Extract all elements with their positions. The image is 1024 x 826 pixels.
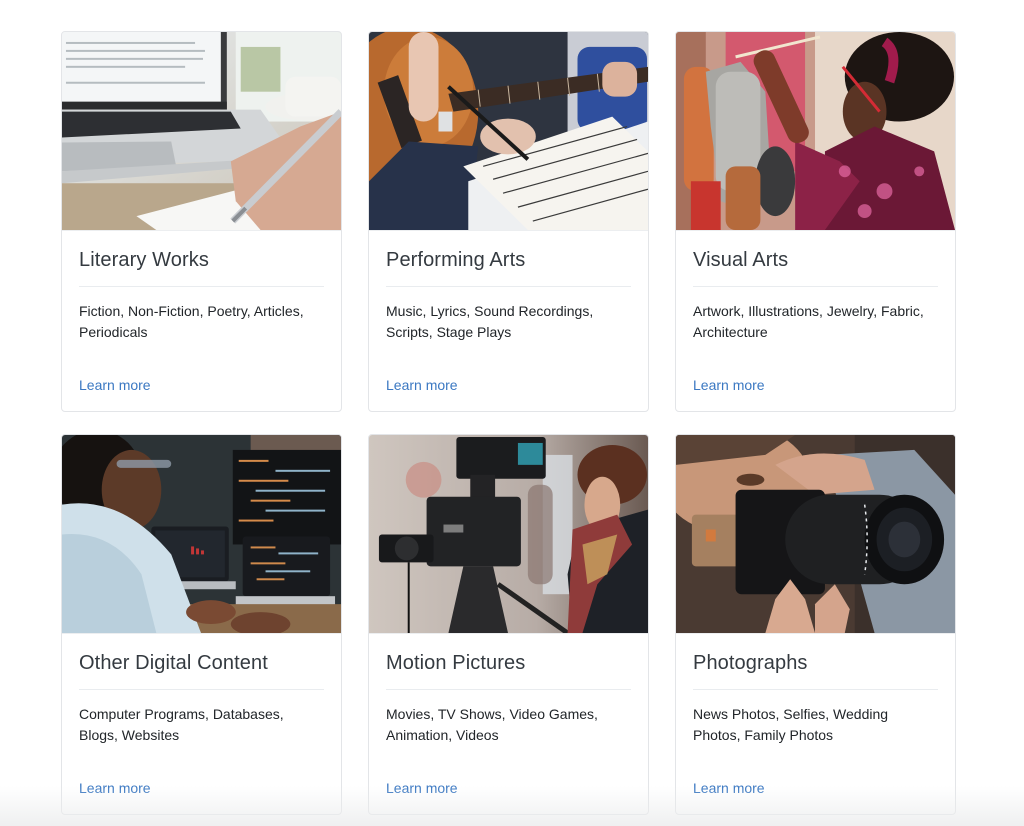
card-description: Music, Lyrics, Sound Recordings, Scripts…: [386, 303, 594, 340]
card-divider: [79, 689, 324, 690]
learn-more-link[interactable]: Learn more: [79, 778, 151, 798]
card-title: Performing Arts: [386, 249, 526, 271]
category-card-grid: Literary Works Fiction, Non-Fiction, Poe…: [61, 31, 956, 815]
learn-more-link[interactable]: Learn more: [693, 778, 765, 798]
laptop-writing-photo: [62, 32, 341, 231]
card-other-digital-content: Other Digital Content Computer Programs,…: [61, 434, 342, 815]
learn-more-link[interactable]: Learn more: [386, 375, 458, 395]
card-description: News Photos, Selfies, Wedding Photos, Fa…: [693, 706, 889, 743]
card-performing-arts: Performing Arts Music, Lyrics, Sound Rec…: [368, 31, 649, 412]
photographer-camera-photo: [676, 435, 955, 634]
programmer-screens-photo: [62, 435, 341, 634]
card-divider: [79, 286, 324, 287]
card-visual-arts: Visual Arts Artwork, Illustrations, Jewe…: [675, 31, 956, 412]
learn-more-link[interactable]: Learn more: [693, 375, 765, 395]
card-motion-pictures: Motion Pictures Movies, TV Shows, Video …: [368, 434, 649, 815]
learn-more-link[interactable]: Learn more: [79, 375, 151, 395]
card-photographs: Photographs News Photos, Selfies, Weddin…: [675, 434, 956, 815]
card-title: Photographs: [693, 652, 808, 674]
card-divider: [693, 689, 938, 690]
card-title: Motion Pictures: [386, 652, 526, 674]
film-camera-photo: [369, 435, 648, 634]
card-divider: [693, 286, 938, 287]
learn-more-link[interactable]: Learn more: [386, 778, 458, 798]
card-title: Visual Arts: [693, 249, 789, 271]
card-description: Fiction, Non-Fiction, Poetry, Articles, …: [79, 303, 304, 340]
card-description: Computer Programs, Databases, Blogs, Web…: [79, 706, 284, 743]
card-title: Other Digital Content: [79, 652, 268, 674]
guitar-sheet-music-photo: [369, 32, 648, 231]
card-description: Artwork, Illustrations, Jewelry, Fabric,…: [693, 303, 924, 340]
painter-canvas-photo: [676, 32, 955, 231]
card-divider: [386, 286, 631, 287]
card-divider: [386, 689, 631, 690]
card-literary-works: Literary Works Fiction, Non-Fiction, Poe…: [61, 31, 342, 412]
card-description: Movies, TV Shows, Video Games, Animation…: [386, 706, 598, 743]
card-title: Literary Works: [79, 249, 209, 271]
